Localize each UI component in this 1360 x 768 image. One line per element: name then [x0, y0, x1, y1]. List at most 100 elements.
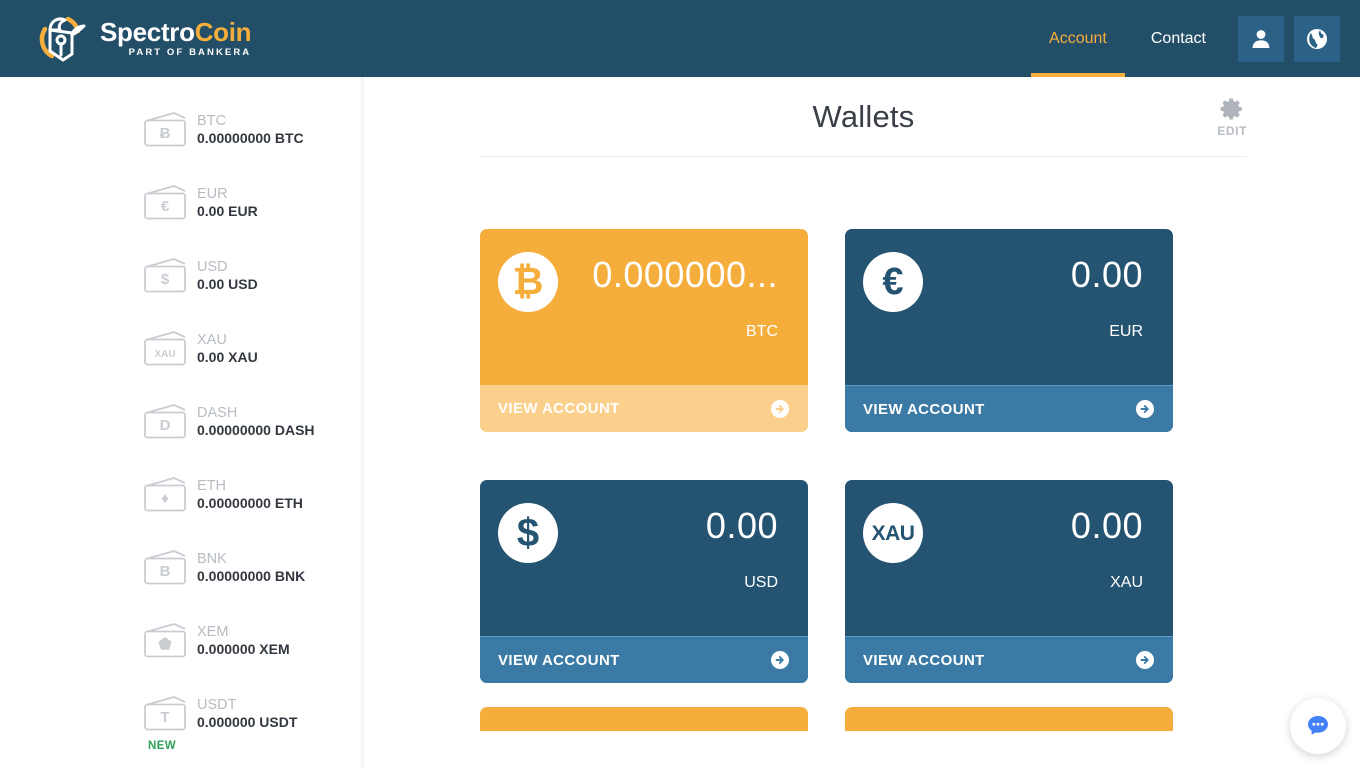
coin-xau-icon: XAU: [863, 503, 923, 563]
nav-item-account-label: Account: [1049, 29, 1107, 47]
wallet-card-eur[interactable]: €0.00 EUR VIEW ACCOUNT: [845, 229, 1173, 432]
chat-support-button[interactable]: [1290, 698, 1346, 754]
sidebar-wallet-balance: 0.00000000 BNK: [197, 567, 306, 584]
arrow-right-circle-icon: [771, 651, 789, 669]
sidebar-wallet-balance: 0.00000000 ETH: [197, 494, 303, 511]
arrow-right-circle-icon: [1136, 651, 1154, 669]
user-icon: [1252, 29, 1270, 48]
coin-eur-icon: €: [863, 252, 923, 312]
edit-wallets-button[interactable]: EDIT: [1217, 96, 1247, 138]
sidebar-wallet-dash[interactable]: D DASH 0.00000000 DASH: [0, 385, 361, 458]
sidebar-wallet-xem[interactable]: ⬟ XEM 0.000000 XEM: [0, 604, 361, 677]
nav-item-contact-label: Contact: [1150, 29, 1206, 47]
wallet-card-btc[interactable]: ₿ 0.000000... BTC VIEW ACCOUNT: [480, 229, 808, 432]
wallet-dash-icon: D: [144, 403, 186, 438]
brand-logo[interactable]: SpectroCoin PART OF BANKERA: [38, 13, 252, 65]
view-account-button[interactable]: VIEW ACCOUNT: [845, 385, 1173, 432]
language-globe-button[interactable]: [1294, 15, 1340, 62]
view-account-label: VIEW ACCOUNT: [863, 651, 985, 669]
wallet-eur-icon: €: [144, 184, 186, 219]
globe-icon: [1307, 28, 1327, 49]
wallet-card-body: XAU 0.00 XAU: [845, 480, 1173, 636]
coin-btc-icon: ₿: [498, 252, 558, 312]
wallet-card-currency: BTC: [746, 323, 778, 340]
arrow-right-circle-icon: [771, 399, 789, 418]
wallet-xau-icon: XAU: [144, 330, 186, 365]
nav-item-account[interactable]: Account: [1027, 0, 1129, 77]
arrow-right-circle-icon: [1136, 400, 1154, 418]
sidebar-wallet-code: USD: [197, 258, 228, 275]
main-content: Wallets EDIT ₿ 0.000000... BTC VIEW ACCOUNT…: [367, 77, 1360, 768]
sidebar-wallet-balance: 0.00 USD: [197, 275, 258, 292]
sidebar-wallet-code: XEM: [197, 623, 229, 640]
sidebar-wallet-balance: 0.00 XAU: [197, 348, 258, 365]
spectrocoin-bull-logo-icon: [39, 16, 86, 61]
user-account-button[interactable]: [1238, 15, 1284, 62]
coin-usd-icon: $: [498, 503, 558, 563]
svg-text:$: $: [161, 271, 170, 288]
sidebar-wallet-bnk[interactable]: B BNK 0.00000000 BNK: [0, 531, 361, 604]
sidebar-wallet-xau[interactable]: XAU XAU 0.00 XAU: [0, 312, 361, 385]
sidebar-wallet-new-badge: NEW: [148, 740, 177, 752]
wallet-card-peek[interactable]: [480, 707, 808, 731]
sidebar-wallet-code: USDT: [197, 696, 237, 713]
logo-name-part1: Spectro: [100, 16, 195, 47]
sidebar-wallet-btc[interactable]: Ƀ BTC 0.00000000 BTC: [0, 93, 361, 166]
coin-symbol: €: [882, 261, 904, 303]
svg-text:♦: ♦: [161, 490, 169, 507]
svg-text:XAU: XAU: [154, 349, 175, 360]
svg-text:€: €: [161, 198, 170, 215]
chat-bubble-icon: [1308, 716, 1328, 735]
wallet-btc-icon: Ƀ: [144, 111, 186, 146]
main-navigation: Account Contact: [1027, 0, 1360, 77]
wallet-sidebar[interactable]: Ƀ BTC 0.00000000 BTC € EUR 0.00 EUR $ USD 0.00 U…: [0, 77, 364, 768]
logo-wordmark: SpectroCoin: [100, 16, 252, 47]
gear-icon: [1220, 97, 1242, 120]
page-title: Wallets: [812, 98, 915, 134]
sidebar-wallet-code: BNK: [197, 550, 227, 567]
sidebar-wallet-balance: 0.000000 USDT: [197, 713, 298, 730]
sidebar-wallet-code: DASH: [197, 404, 238, 421]
wallet-card-usd[interactable]: $0.00 USD VIEW ACCOUNT: [480, 480, 808, 683]
wallet-card-peek[interactable]: [845, 707, 1173, 731]
svg-text:Ƀ: Ƀ: [160, 125, 171, 142]
wallet-eth-icon: ♦: [144, 476, 186, 511]
sidebar-wallet-usd[interactable]: $ USD 0.00 USD: [0, 239, 361, 312]
logo-name-part2: Coin: [194, 16, 252, 47]
sidebar-wallet-balance: 0.00000000 BTC: [197, 129, 304, 146]
nav-item-contact[interactable]: Contact: [1129, 0, 1228, 77]
view-account-button[interactable]: VIEW ACCOUNT: [845, 636, 1173, 683]
wallet-usd-icon: $: [144, 257, 186, 292]
wallet-usdt-icon: T: [144, 695, 186, 730]
svg-text:D: D: [160, 417, 171, 434]
edit-label: EDIT: [1217, 123, 1247, 138]
wallet-card-currency: USD: [744, 574, 778, 591]
coin-symbol: $: [516, 511, 540, 555]
wallet-bnk-icon: B: [144, 549, 186, 584]
sidebar-wallet-usdt[interactable]: T USDT 0.000000 USDT NEW: [0, 677, 361, 752]
wallet-cards-grid: ₿ 0.000000... BTC VIEW ACCOUNT €0.00 EUR VIEW …: [367, 157, 1360, 683]
svg-text:B: B: [160, 563, 171, 580]
view-account-button[interactable]: VIEW ACCOUNT: [480, 385, 808, 432]
coin-symbol: XAU: [871, 521, 915, 545]
svg-text:T: T: [160, 709, 169, 726]
view-account-label: VIEW ACCOUNT: [863, 400, 985, 418]
logo-subtitle: PART OF BANKERA: [128, 47, 252, 59]
wallet-xem-icon: ⬟: [144, 622, 186, 657]
sidebar-wallet-code: BTC: [197, 112, 226, 129]
sidebar-wallet-code: ETH: [197, 477, 226, 494]
sidebar-wallet-eth[interactable]: ♦ ETH 0.00000000 ETH: [0, 458, 361, 531]
wallet-card-body: $0.00 USD: [480, 480, 808, 636]
page-header: Wallets EDIT: [480, 77, 1247, 157]
view-account-label: VIEW ACCOUNT: [498, 651, 620, 669]
sidebar-wallet-balance: 0.000000 XEM: [197, 640, 290, 657]
sidebar-wallet-balance: 0.00000000 DASH: [197, 421, 315, 438]
sidebar-wallet-eur[interactable]: € EUR 0.00 EUR: [0, 166, 361, 239]
sidebar-wallet-balance: 0.00 EUR: [197, 202, 258, 219]
top-header: SpectroCoin PART OF BANKERA Account Cont…: [0, 0, 1360, 77]
view-account-button[interactable]: VIEW ACCOUNT: [480, 636, 808, 683]
coin-symbol: ₿: [512, 261, 544, 303]
wallet-card-body: ₿ 0.000000... BTC: [480, 229, 808, 385]
wallet-card-xau[interactable]: XAU 0.00 XAU VIEW ACCOUNT: [845, 480, 1173, 683]
sidebar-wallet-code: XAU: [197, 331, 227, 348]
